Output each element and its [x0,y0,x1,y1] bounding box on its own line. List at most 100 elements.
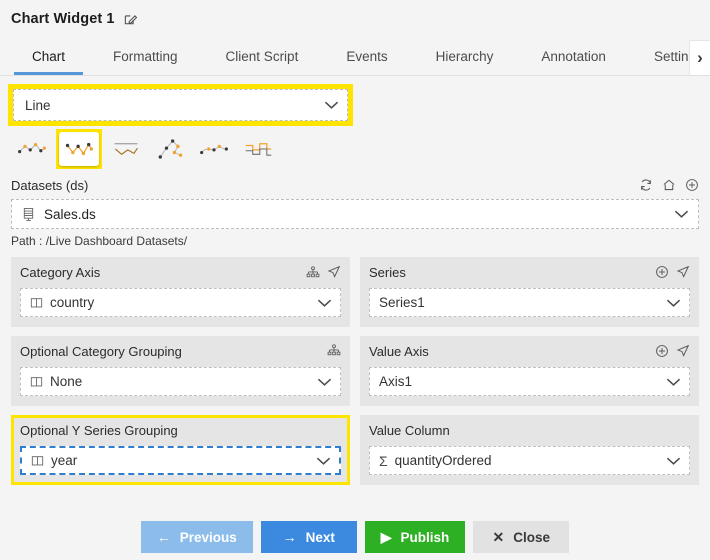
line-path-icon[interactable] [150,132,190,166]
optional-category-grouping-label: Optional Category Grouping [20,344,182,359]
page-title: Chart Widget 1 [11,11,115,27]
chevron-down-icon [674,207,689,222]
category-axis-header: Category Axis [20,265,341,284]
hierarchy-icon[interactable] [306,265,320,279]
optional-category-grouping-value-wrap: None [30,374,317,389]
value-column-label: Value Column [369,423,450,438]
arrow-left-icon: ← [156,529,171,545]
sigma-icon: Σ [379,452,388,469]
category-axis-value-wrap: country [30,295,317,310]
datasets-label: Datasets (ds) [11,177,89,193]
tab-client-script[interactable]: Client Script [202,38,323,75]
refresh-icon[interactable] [639,178,653,192]
line-smooth-icon[interactable] [194,132,234,166]
line-scatter-icon[interactable] [12,132,52,166]
optional-category-grouping-panel: Optional Category Grouping None [11,336,350,406]
value-axis-field[interactable]: Axis1 [369,367,690,396]
footer-actions: ← Previous → Next ▶ Publish ✕ Close [0,514,710,560]
navigate-icon[interactable] [327,265,341,279]
field-row-2: Optional Category Grouping None Value Ax… [0,336,710,406]
tab-label: Hierarchy [435,49,494,64]
tab-label: Formatting [113,49,178,64]
tab-label: Chart [32,49,66,64]
tab-chart[interactable]: Chart [8,38,89,75]
tab-label: Annotation [541,49,606,64]
chart-type-variants [0,126,710,170]
dataset-path: Path : /Live Dashboard Datasets/ [11,234,188,248]
tab-bar: Chart Formatting Client Script Events Hi… [0,38,710,76]
chevron-down-icon [316,453,331,468]
chevron-down-icon [666,453,681,468]
close-label: Close [513,529,551,545]
value-column-field[interactable]: Σ quantityOrdered [369,446,690,475]
previous-button[interactable]: ← Previous [140,521,253,553]
hierarchy-icon[interactable] [327,344,341,357]
add-circle-icon[interactable] [685,178,699,192]
column-icon [31,455,44,467]
close-button[interactable]: ✕ Close [473,521,570,553]
field-row-3: Optional Y Series Grouping year Value Co… [0,415,710,485]
navigate-icon[interactable] [676,344,690,358]
column-icon [30,376,43,388]
series-label: Series [369,265,406,280]
home-icon[interactable] [662,178,676,192]
chart-type-highlight: Line [8,84,353,126]
value-column-value: quantityOrdered [394,453,492,468]
chart-type-value: Line [25,97,51,113]
optional-category-grouping-field[interactable]: None [20,367,341,396]
category-axis-value: country [50,295,95,310]
optional-y-series-grouping-label: Optional Y Series Grouping [20,423,178,438]
next-button[interactable]: → Next [260,521,357,553]
optional-category-grouping-header: Optional Category Grouping [20,344,341,363]
tab-events[interactable]: Events [322,38,411,75]
tab-label: Client Script [225,49,299,64]
play-icon: ▶ [380,529,392,545]
optional-y-series-grouping-value: year [51,453,78,468]
close-icon: ✕ [492,529,505,545]
datasets-section: Datasets (ds) Sales.ds Path: /Live Dash… [0,170,710,248]
chevron-down-icon [666,374,681,389]
value-axis-value: Axis1 [379,374,413,389]
tab-hierarchy[interactable]: Hierarchy [412,38,518,75]
dataset-select[interactable]: Sales.ds [11,199,699,229]
optional-y-series-grouping-panel: Optional Y Series Grouping year [20,423,341,475]
chevron-down-icon [324,98,339,113]
tab-formatting[interactable]: Formatting [89,38,202,75]
publish-button[interactable]: ▶ Publish [364,521,466,553]
add-circle-icon[interactable] [655,344,669,358]
category-axis-panel: Category Axis country [11,257,350,327]
series-header: Series [369,265,690,284]
next-label: Next [305,529,335,545]
value-column-header: Value Column [369,423,690,442]
category-axis-label: Category Axis [20,265,101,280]
chevron-down-icon [317,295,332,310]
tab-annotation[interactable]: Annotation [517,38,630,75]
optional-category-grouping-value: None [50,374,83,389]
publish-label: Publish [400,529,450,545]
value-axis-header: Value Axis [369,344,690,363]
navigate-icon[interactable] [676,265,690,279]
previous-label: Previous [179,529,237,545]
add-circle-icon[interactable] [655,265,669,279]
dataset-value-wrap: Sales.ds [22,207,674,222]
line-step-icon[interactable] [238,132,278,166]
datasets-header: Datasets (ds) [11,174,699,196]
column-icon [30,297,43,309]
tab-label: Events [346,49,388,64]
edit-pencil-icon[interactable] [123,12,138,27]
series-field[interactable]: Series1 [369,288,690,317]
value-axis-panel: Value Axis Axis1 [360,336,699,406]
value-column-value-wrap: Σ quantityOrdered [379,453,666,468]
chart-type-select-wrapper: Line [8,84,353,126]
chevron-right-icon[interactable]: › [689,40,710,75]
arrow-right-icon: → [282,529,297,545]
category-axis-field[interactable]: country [20,288,341,317]
optional-y-series-grouping-field[interactable]: year [20,446,341,475]
series-value: Series1 [379,295,425,310]
value-column-panel: Value Column Σ quantityOrdered [360,415,699,485]
chart-type-select[interactable]: Line [13,89,348,121]
database-icon [22,207,35,222]
line-marker-icon[interactable] [56,129,102,169]
value-axis-label: Value Axis [369,344,429,359]
line-range-icon[interactable] [106,132,146,166]
